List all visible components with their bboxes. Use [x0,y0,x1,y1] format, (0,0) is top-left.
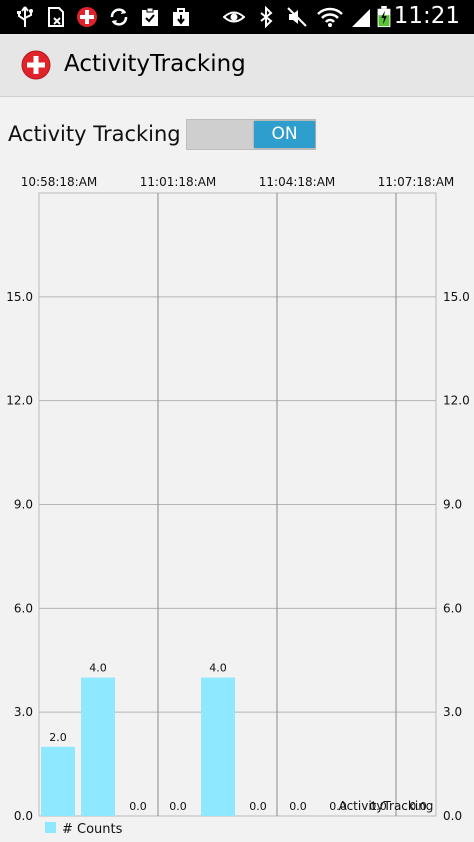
y-tick-label-left: 12.0 [6,394,33,408]
chart-bar [201,677,235,816]
bar-value-label: 0.0 [249,800,267,813]
sim-icon [48,7,64,27]
legend-swatch [45,822,56,833]
x-tick-label: 11:01:18:AM [140,175,217,189]
legend-label: # Counts [62,822,123,837]
signal-icon [352,9,370,27]
y-tick-label-right: 15.0 [443,290,470,304]
app-notification-icon [77,7,97,27]
action-bar: ActivityTracking [0,34,474,97]
battery-charging-icon [377,6,391,28]
chart-bar [41,746,75,816]
y-tick-label-left: 3.0 [14,705,33,719]
y-tick-label-right: 3.0 [443,705,462,719]
chart-annotation: ActivityTracking [339,799,434,813]
status-bar: 11:21 [0,0,474,34]
bar-value-label: 2.0 [49,731,67,744]
y-tick-label-right: 12.0 [443,394,470,408]
bar-value-label: 0.0 [169,800,187,813]
activity-tracking-toggle[interactable]: ON [186,119,316,150]
app-title: ActivityTracking [64,51,246,77]
y-tick-label-right: 9.0 [443,498,462,512]
usb-icon [17,6,33,27]
toggle-thumb[interactable]: ON [254,121,315,148]
y-tick-label-right: 0.0 [443,809,462,823]
bar-value-label: 0.0 [129,800,147,813]
y-tick-label-left: 15.0 [6,290,33,304]
x-tick-label: 11:04:18:AM [259,175,336,189]
y-tick-label-left: 0.0 [14,809,33,823]
bar-value-label: 4.0 [209,662,227,675]
bar-value-label: 4.0 [89,662,107,675]
red-cross-plus-icon [21,50,51,80]
bluetooth-icon [260,6,273,28]
eye-icon [223,11,245,23]
bag-icon [173,8,189,26]
x-tick-label: 10:58:18:AM [21,175,98,189]
status-time: 11:21 [393,3,460,29]
wifi-icon [317,7,343,27]
y-tick-label-right: 6.0 [443,601,462,615]
bar-value-label: 0.0 [289,800,307,813]
activity-chart: 0.0 0.0 3.0 3.0 6.0 6.0 9.0 9.0 12.0 12.0 15.0 15.0… [6,175,470,837]
chart-bar [81,677,115,816]
x-tick-label: 11:07:18:AM [378,175,455,189]
y-tick-label-left: 9.0 [14,498,33,512]
sync-icon [110,8,128,26]
clipboard-check-icon [142,7,158,26]
mute-icon [287,7,307,27]
activity-tracking-label: Activity Tracking [8,122,181,146]
y-tick-label-left: 6.0 [14,601,33,615]
